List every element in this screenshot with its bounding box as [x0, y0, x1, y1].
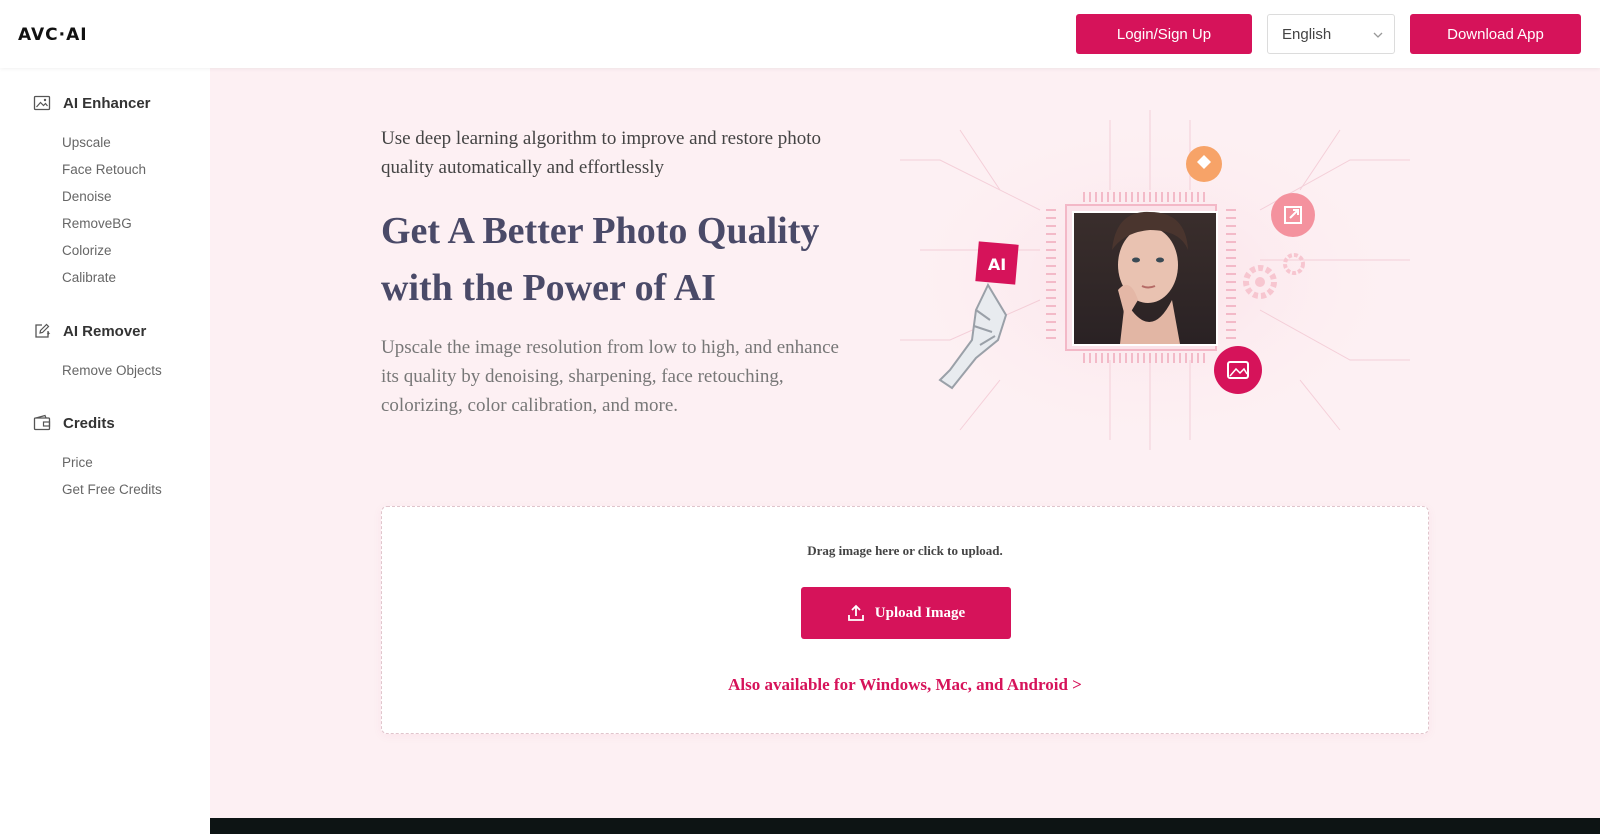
- sidebar-item-upscale[interactable]: Upscale: [62, 135, 111, 150]
- upload-button-label: Upload Image: [874, 604, 966, 621]
- edit-sparkle-icon: [33, 322, 51, 340]
- upload-image-button[interactable]: Upload Image: [801, 587, 1011, 639]
- footer-bar: [210, 818, 1600, 834]
- login-signup-button[interactable]: Login/Sign Up: [1076, 14, 1252, 54]
- sidebar: AI Enhancer Upscale Face Retouch Denoise…: [0, 68, 210, 834]
- sidebar-item-colorize[interactable]: Colorize: [62, 243, 112, 258]
- sidebar-item-removebg[interactable]: RemoveBG: [62, 216, 132, 231]
- upload-dropzone[interactable]: Drag image here or click to upload. Uplo…: [381, 506, 1429, 734]
- sidebar-item-calibrate[interactable]: Calibrate: [62, 270, 116, 285]
- sidebar-section-label: AI Remover: [63, 322, 147, 340]
- hero-subtitle: Use deep learning algorithm to improve a…: [381, 128, 822, 178]
- sidebar-section-label: AI Enhancer: [63, 94, 151, 112]
- sidebar-item-denoise[interactable]: Denoise: [62, 189, 112, 204]
- hero-description: Upscale the image resolution from low to…: [381, 337, 839, 416]
- top-header: AVC·AI Login/Sign Up English Download Ap…: [0, 0, 1600, 68]
- chevron-down-icon: [1372, 28, 1384, 45]
- download-app-button[interactable]: Download App: [1410, 14, 1581, 54]
- sidebar-item-face-retouch[interactable]: Face Retouch: [62, 162, 146, 177]
- upload-icon: [847, 604, 865, 622]
- hero-illustration: AI: [880, 100, 1430, 460]
- hero-title: Get A Better Photo Quality with the Powe…: [381, 210, 820, 309]
- language-select[interactable]: English: [1267, 14, 1395, 54]
- sidebar-section-ai-enhancer[interactable]: AI Enhancer: [33, 94, 151, 112]
- other-platforms-link[interactable]: Also available for Windows, Mac, and And…: [382, 675, 1428, 695]
- sidebar-item-remove-objects[interactable]: Remove Objects: [62, 363, 162, 378]
- wallet-icon: [33, 414, 51, 432]
- logo[interactable]: AVC·AI: [18, 25, 88, 45]
- sidebar-section-credits[interactable]: Credits: [33, 414, 115, 432]
- sidebar-section-label: Credits: [63, 414, 115, 432]
- language-value: English: [1282, 25, 1332, 43]
- drag-instruction: Drag image here or click to upload.: [807, 543, 1003, 558]
- sidebar-section-ai-remover[interactable]: AI Remover: [33, 322, 146, 340]
- sidebar-item-price[interactable]: Price: [62, 455, 93, 470]
- sidebar-item-get-free-credits[interactable]: Get Free Credits: [62, 482, 162, 497]
- ai-badge-text: AI: [988, 255, 1006, 274]
- image-icon: [33, 94, 51, 112]
